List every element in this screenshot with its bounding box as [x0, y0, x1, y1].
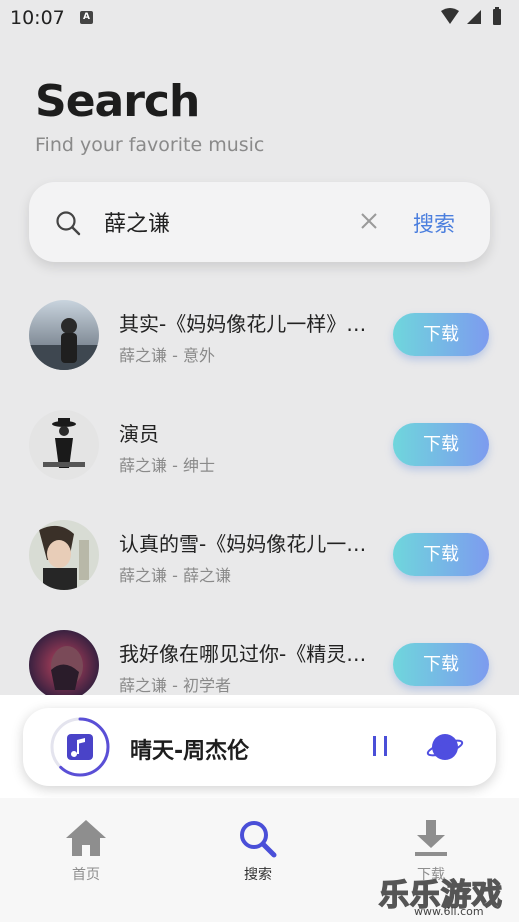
album-cover — [29, 300, 99, 370]
search-input[interactable] — [104, 206, 344, 238]
song-artist-album: 薛之谦 - 薛之谦 — [119, 566, 231, 585]
download-button[interactable]: 下载 — [393, 533, 489, 576]
status-indicator-icon: A — [80, 11, 93, 24]
search-bar: 搜索 — [29, 182, 490, 262]
nav-item-search[interactable]: 搜索 — [208, 818, 308, 884]
album-cover — [29, 520, 99, 590]
search-icon — [55, 210, 81, 240]
page-title: Search — [35, 76, 200, 127]
nav-label: 搜索 — [244, 867, 272, 883]
clear-icon[interactable] — [360, 212, 378, 234]
song-title: 认真的雪-《妈妈像花儿一样》电视剧插曲 — [119, 532, 369, 556]
watermark-url: www.6ll.com — [414, 905, 484, 918]
home-icon — [66, 820, 106, 856]
album-cover — [29, 630, 99, 695]
nav-label: 首页 — [72, 867, 100, 883]
song-artist-album: 薛之谦 - 绅士 — [119, 456, 215, 475]
song-list: 其实-《妈妈像花儿一样》电视剧插曲 薛之谦 - 意外 下载 演员 薛之谦 - 绅… — [0, 290, 519, 695]
page-subtitle: Find your favorite music — [35, 134, 265, 156]
download-button[interactable]: 下载 — [393, 643, 489, 686]
song-row[interactable]: 其实-《妈妈像花儿一样》电视剧插曲 薛之谦 - 意外 下载 — [0, 290, 519, 370]
song-title: 演员 — [119, 422, 159, 446]
download-button[interactable]: 下载 — [393, 313, 489, 356]
search-icon — [240, 821, 277, 858]
download-button[interactable]: 下载 — [393, 423, 489, 466]
status-bar: 10:07 A — [0, 0, 519, 36]
search-button[interactable]: 搜索 — [413, 208, 455, 238]
planet-icon[interactable] — [425, 730, 465, 768]
status-icons — [439, 7, 509, 33]
mini-player[interactable]: 晴天-周杰伦 — [23, 708, 496, 786]
wifi-icon — [441, 8, 459, 24]
signal-icon — [467, 10, 481, 24]
download-icon — [415, 820, 447, 856]
nav-item-home[interactable]: 首页 — [36, 818, 136, 884]
song-title: 我好像在哪见过你-《精灵王座》主题曲 — [119, 642, 369, 666]
pause-icon[interactable] — [370, 734, 390, 762]
album-cover — [29, 410, 99, 480]
song-row[interactable]: 认真的雪-《妈妈像花儿一样》电视剧插曲 薛之谦 - 薛之谦 下载 — [0, 510, 519, 590]
song-row[interactable]: 我好像在哪见过你-《精灵王座》主题曲 薛之谦 - 初学者 下载 — [0, 620, 519, 695]
now-playing-title: 晴天-周杰伦 — [130, 739, 250, 764]
battery-icon — [493, 9, 501, 25]
song-artist-album: 薛之谦 - 初学者 — [119, 676, 231, 695]
song-artist-album: 薛之谦 - 意外 — [119, 346, 215, 365]
status-time: 10:07 — [10, 7, 65, 29]
song-row[interactable]: 演员 薛之谦 - 绅士 下载 — [0, 400, 519, 480]
player-disc[interactable] — [49, 716, 111, 778]
song-title: 其实-《妈妈像花儿一样》电视剧插曲 — [119, 312, 369, 336]
